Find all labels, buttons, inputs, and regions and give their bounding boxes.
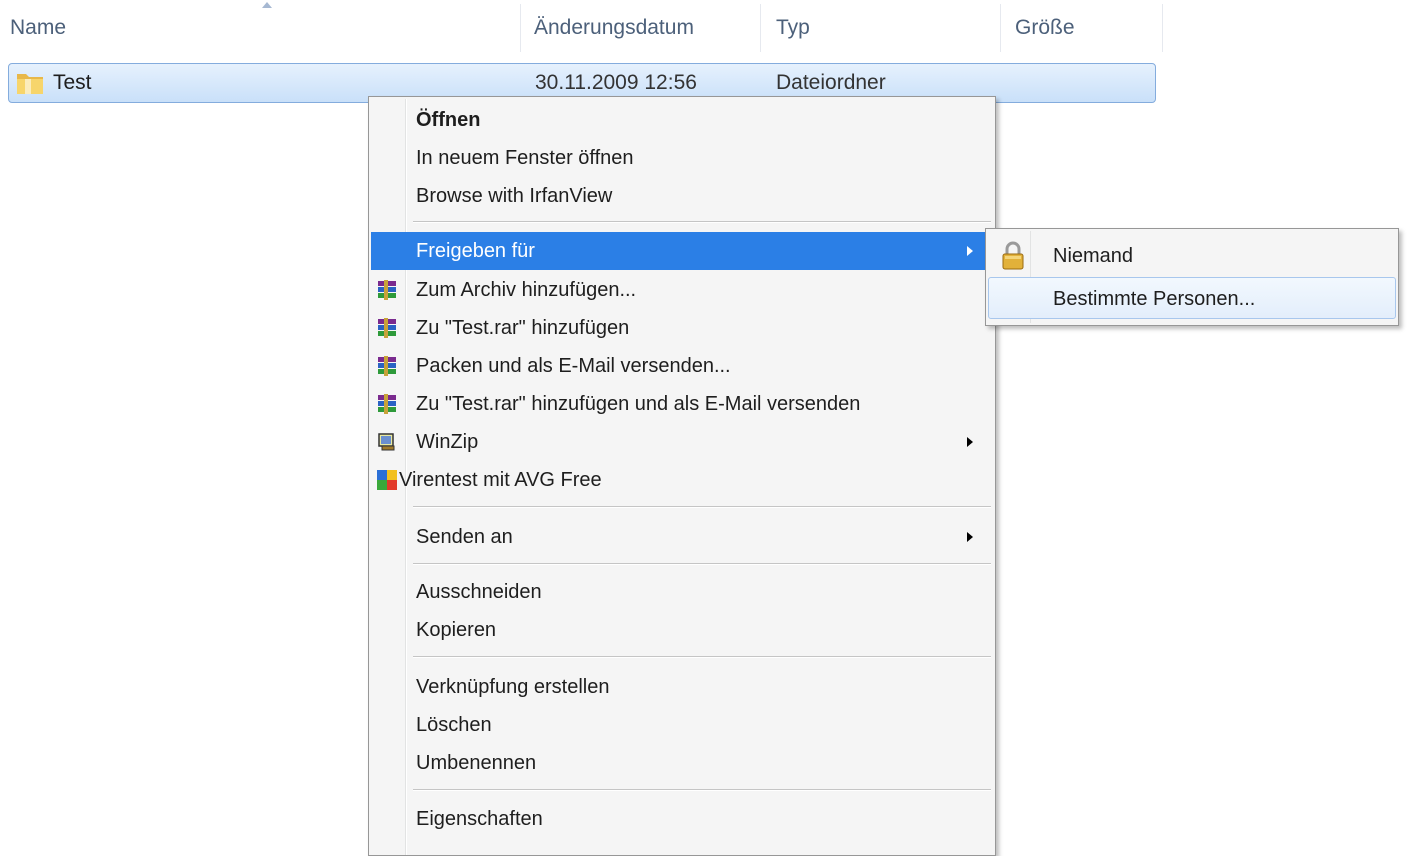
menu-item-label: WinZip — [416, 431, 479, 453]
submenu-arrow-icon — [967, 532, 973, 542]
column-modified[interactable]: Änderungsdatum — [534, 0, 694, 56]
menu-item-winzip[interactable]: WinZip — [371, 423, 993, 461]
winrar-icon — [378, 394, 396, 414]
column-divider[interactable] — [1162, 4, 1163, 52]
column-header: Name Änderungsdatum Typ Größe — [0, 0, 1407, 56]
menu-separator — [413, 563, 991, 565]
menu-item-delete[interactable]: Löschen — [371, 706, 993, 744]
sort-arrow-icon — [262, 2, 272, 8]
column-divider[interactable] — [760, 4, 761, 52]
column-divider[interactable] — [520, 4, 521, 52]
menu-item-label: Virentest mit AVG Free — [399, 469, 602, 491]
menu-item-rename[interactable]: Umbenennen — [371, 744, 993, 782]
context-menu: Öffnen In neuem Fenster öffnen Browse wi… — [368, 96, 996, 856]
submenu-item-specific-people[interactable]: Bestimmte Personen... — [988, 277, 1396, 319]
menu-item-share-with[interactable]: Freigeben für — [371, 232, 993, 270]
menu-separator — [413, 506, 991, 508]
winrar-icon — [378, 280, 396, 300]
menu-item-label: Verknüpfung erstellen — [416, 676, 610, 698]
menu-item-label: Umbenennen — [416, 752, 537, 774]
menu-separator — [413, 656, 991, 658]
column-size[interactable]: Größe — [1015, 0, 1075, 56]
column-divider[interactable] — [1000, 4, 1001, 52]
lock-icon — [1002, 241, 1024, 270]
menu-item-cut[interactable]: Ausschneiden — [371, 573, 993, 611]
submenu-arrow-icon — [967, 437, 973, 447]
menu-item-label: Zu "Test.rar" hinzufügen — [416, 317, 630, 339]
menu-item-add-rar-email[interactable]: Zu "Test.rar" hinzufügen und als E-Mail … — [371, 385, 993, 423]
menu-item-label: Eigenschaften — [416, 808, 543, 830]
menu-item-label: In neuem Fenster öffnen — [416, 147, 634, 169]
folder-icon — [17, 74, 43, 94]
menu-item-label: Zum Archiv hinzufügen... — [416, 279, 637, 301]
menu-item-properties[interactable]: Eigenschaften — [371, 800, 993, 838]
menu-item-pack-email[interactable]: Packen und als E-Mail versenden... — [371, 347, 993, 385]
winrar-icon — [378, 356, 396, 376]
menu-item-add-archive[interactable]: Zum Archiv hinzufügen... — [371, 271, 993, 309]
submenu-item-label: Bestimmte Personen... — [1053, 288, 1256, 310]
avg-icon — [377, 470, 397, 490]
winrar-icon — [378, 318, 396, 338]
menu-item-label: Freigeben für — [416, 240, 535, 262]
menu-item-label: Ausschneiden — [416, 581, 542, 603]
menu-separator — [413, 221, 991, 223]
menu-item-label: Packen und als E-Mail versenden... — [416, 355, 731, 377]
column-type[interactable]: Typ — [776, 0, 810, 56]
submenu-item-label: Niemand — [1053, 245, 1134, 267]
menu-item-create-shortcut[interactable]: Verknüpfung erstellen — [371, 668, 993, 706]
menu-item-label: Senden an — [416, 526, 513, 548]
winzip-icon — [378, 433, 395, 451]
menu-item-label: Löschen — [416, 714, 492, 736]
menu-separator — [413, 789, 991, 791]
submenu-arrow-icon — [967, 246, 973, 256]
menu-item-label: Browse with IrfanView — [416, 185, 613, 207]
menu-item-add-test-rar[interactable]: Zu "Test.rar" hinzufügen — [371, 309, 993, 347]
menu-item-send-to[interactable]: Senden an — [371, 518, 993, 556]
share-with-submenu: Niemand Bestimmte Personen... — [985, 228, 1399, 326]
file-name: Test — [53, 71, 92, 94]
menu-item-open-new-window[interactable]: In neuem Fenster öffnen — [371, 139, 993, 177]
menu-item-label: Zu "Test.rar" hinzufügen und als E-Mail … — [416, 393, 861, 415]
menu-item-browse-irfanview[interactable]: Browse with IrfanView — [371, 177, 993, 215]
menu-item-copy[interactable]: Kopieren — [371, 611, 993, 649]
submenu-item-nobody[interactable]: Niemand — [988, 235, 1396, 277]
menu-item-label: Öffnen — [416, 109, 481, 131]
menu-item-avg-scan[interactable]: Virentest mit AVG Free — [371, 461, 993, 499]
menu-item-open[interactable]: Öffnen — [371, 101, 993, 139]
menu-item-label: Kopieren — [416, 619, 497, 641]
column-name[interactable]: Name — [10, 0, 66, 56]
